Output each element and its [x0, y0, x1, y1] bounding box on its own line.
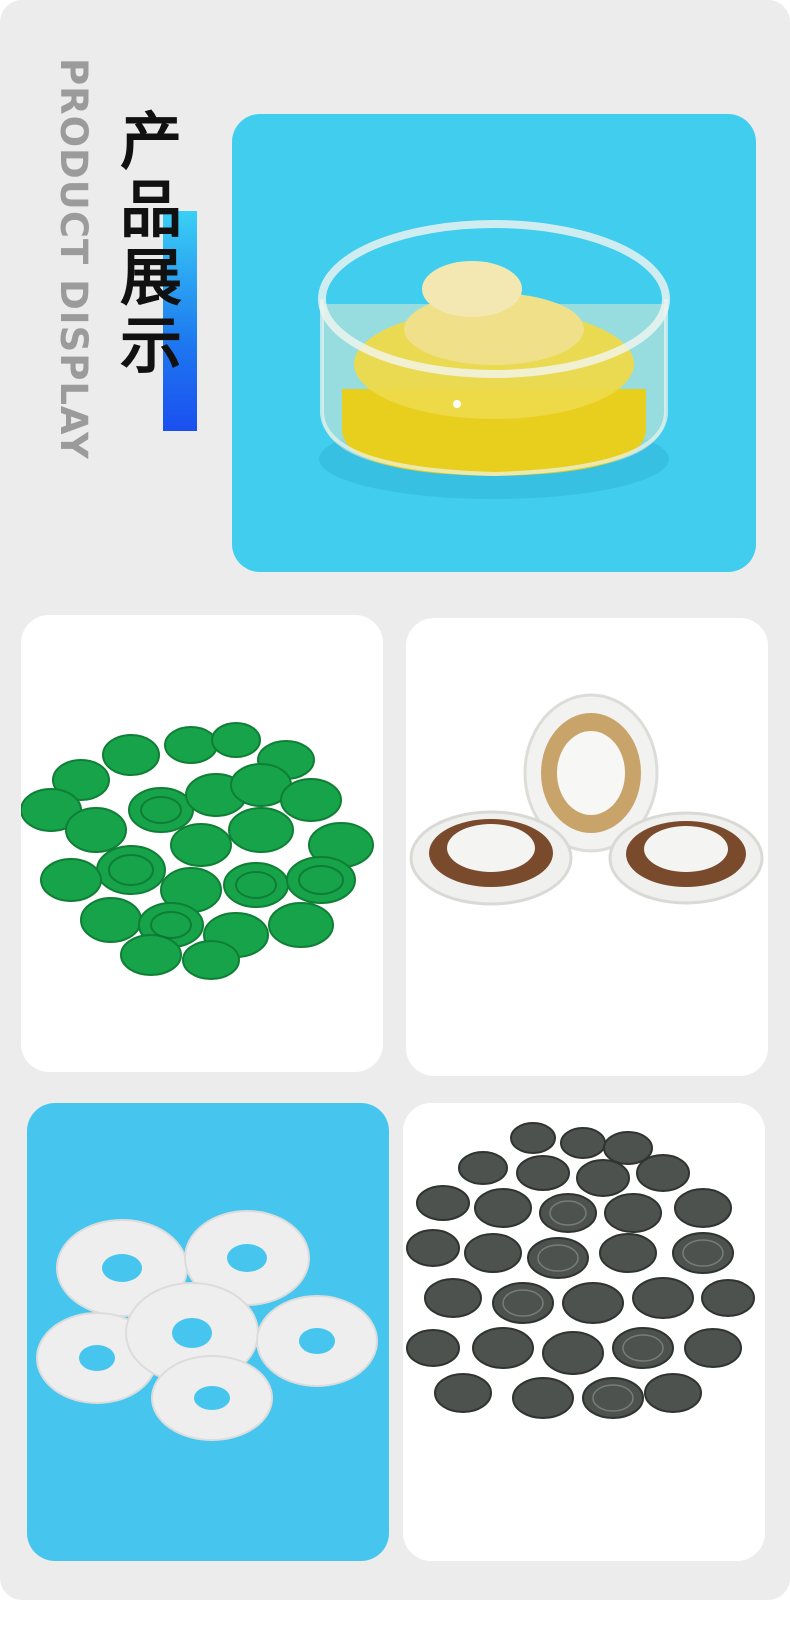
section-title-english: PRODUCT DISPLAY	[52, 58, 95, 460]
white-washers-image	[36, 1210, 378, 1441]
product-photo-white-washers	[27, 1103, 389, 1561]
page: PRODUCT DISPLAY 产 品 展 示	[0, 0, 790, 1639]
product-photo-gray-caps	[403, 1103, 765, 1561]
product-display-panel: PRODUCT DISPLAY 产 品 展 示	[0, 0, 790, 1600]
product-photo-ceramic-bearings	[406, 618, 768, 1076]
title-char-3: 展	[120, 241, 183, 314]
section-title-english-text: PRODUCT DISPLAY	[52, 58, 95, 460]
product-photo-yellow-bearing	[232, 114, 756, 572]
title-char-2: 品	[120, 173, 183, 246]
product-photo-green-caps	[21, 615, 383, 1072]
title-char-4: 示	[120, 309, 183, 382]
green-caps-image	[21, 722, 374, 980]
yellow-bearing-image	[318, 220, 670, 499]
title-char-1: 产	[120, 105, 183, 178]
section-title-chinese: 产 品 展 示	[120, 108, 190, 380]
ceramic-bearings-image	[409, 693, 764, 906]
gray-caps-image	[406, 1122, 755, 1419]
